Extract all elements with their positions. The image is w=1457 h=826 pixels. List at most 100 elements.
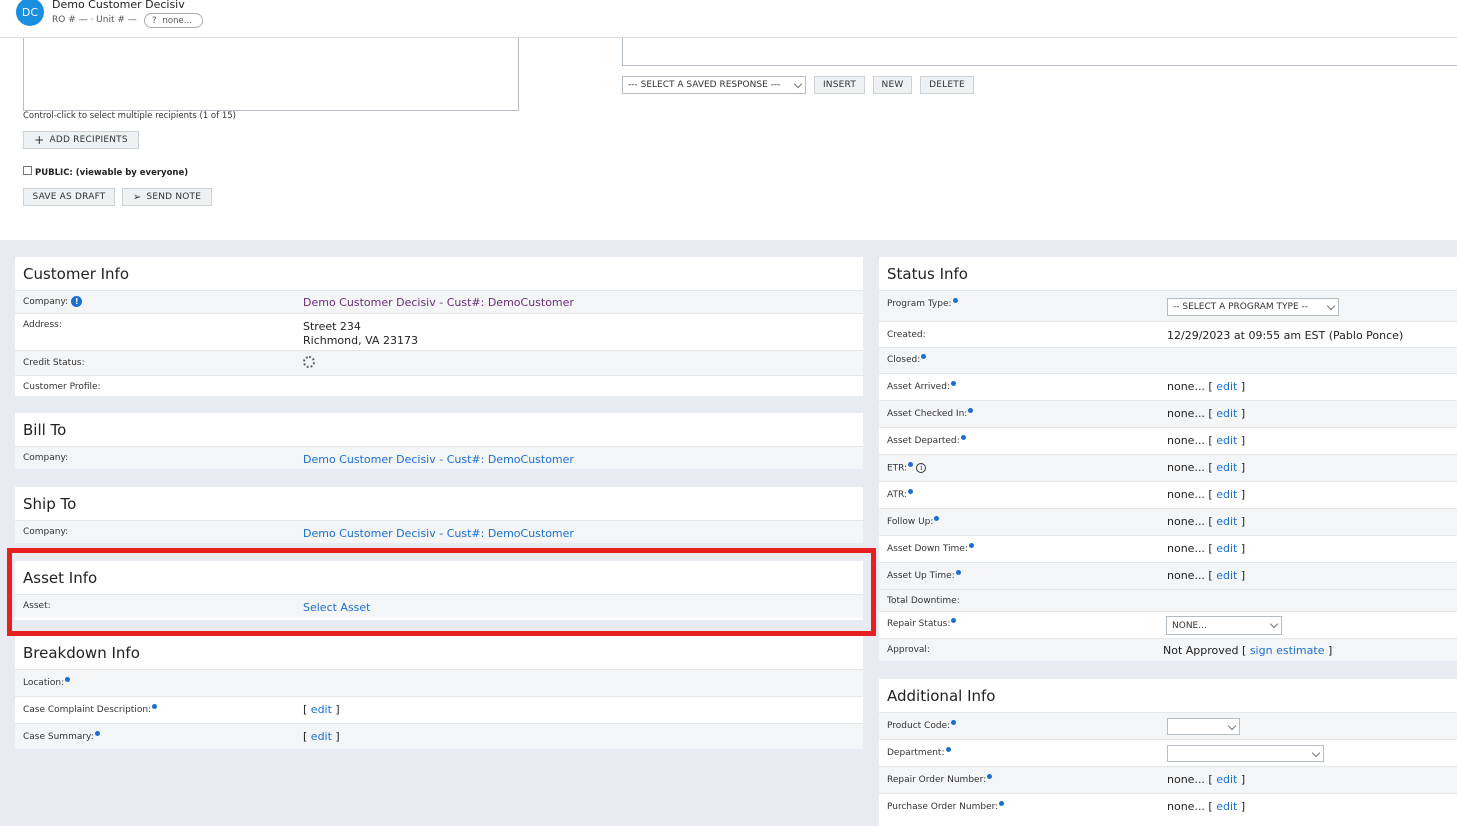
required-dot-icon bbox=[952, 298, 958, 303]
program-type-select[interactable]: -- SELECT A PROGRAM TYPE -- bbox=[1167, 298, 1339, 316]
recipients-list[interactable] bbox=[23, 38, 519, 111]
status-date-label: Asset Up Time: bbox=[887, 570, 961, 581]
summary-label: Case Summary: bbox=[23, 731, 100, 742]
status-date-label: Asset Departed: bbox=[887, 435, 966, 446]
status-date-value-text: none... bbox=[1167, 461, 1205, 474]
required-dot-icon bbox=[908, 462, 914, 467]
additional-info-title: Additional Info bbox=[887, 687, 996, 705]
status-date-value: none... [ edit ] bbox=[1167, 407, 1246, 420]
saved-response-select[interactable]: --- SELECT A SAVED RESPONSE --- bbox=[622, 76, 806, 94]
address-row: Address: Street 234 Richmond, VA 23173 bbox=[15, 313, 863, 350]
bill-to-company-label: Company: bbox=[23, 453, 69, 463]
status-date-value-text: none... bbox=[1167, 488, 1205, 501]
repair-status-value: NONE... bbox=[1172, 620, 1207, 631]
status-date-value-text: none... bbox=[1167, 407, 1205, 420]
required-dot-icon bbox=[955, 570, 961, 575]
complaint-label: Case Complaint Description: bbox=[23, 704, 158, 715]
status-date-label: ETR: i bbox=[887, 462, 927, 474]
product-code-label: Product Code: bbox=[887, 720, 957, 731]
company-label: Company:! bbox=[23, 296, 83, 307]
avatar[interactable]: DC bbox=[16, 0, 44, 26]
send-note-label: SEND NOTE bbox=[146, 192, 202, 202]
complaint-edit-link[interactable]: edit bbox=[311, 703, 332, 716]
department-label: Department: bbox=[887, 747, 951, 758]
status-date-edit-link[interactable]: edit bbox=[1216, 515, 1237, 528]
plus-icon: + bbox=[34, 133, 45, 147]
status-date-value-text: none... bbox=[1167, 569, 1205, 582]
status-date-edit-link[interactable]: edit bbox=[1216, 434, 1237, 447]
closed-label: Closed: bbox=[887, 354, 927, 365]
repair-order-label: Repair Order Number: bbox=[887, 774, 993, 785]
repair-status-select[interactable]: NONE... bbox=[1166, 616, 1282, 635]
alert-icon[interactable]: ! bbox=[71, 296, 83, 307]
purchase-order-edit-link[interactable]: edit bbox=[1216, 800, 1237, 813]
address-label: Address: bbox=[23, 320, 62, 330]
status-date-row: Follow Up: none... [ edit ] bbox=[879, 508, 1457, 535]
status-date-row: Asset Departed: none... [ edit ] bbox=[879, 427, 1457, 454]
required-dot-icon bbox=[999, 801, 1005, 806]
status-date-label: Asset Arrived: bbox=[887, 381, 956, 392]
send-note-button[interactable]: ➢ SEND NOTE bbox=[122, 188, 212, 206]
insert-button[interactable]: INSERT bbox=[814, 76, 865, 94]
ship-to-company-link[interactable]: Demo Customer Decisiv - Cust#: DemoCusto… bbox=[303, 527, 574, 540]
new-button[interactable]: NEW bbox=[873, 76, 912, 94]
repair-status-row: Repair Status: NONE... bbox=[879, 611, 1457, 638]
required-dot-icon bbox=[968, 543, 974, 548]
customer-title: Demo Customer Decisiv bbox=[52, 0, 185, 11]
required-dot-icon bbox=[968, 408, 974, 413]
required-dot-icon bbox=[950, 381, 956, 386]
total-downtime-row: Total Downtime: bbox=[879, 589, 1457, 611]
status-chip[interactable]: ? none... bbox=[144, 13, 203, 28]
product-code-select[interactable] bbox=[1167, 718, 1240, 735]
purchase-order-row: Purchase Order Number: none... [ edit ] bbox=[879, 793, 1457, 826]
status-date-value: none... [ edit ] bbox=[1167, 434, 1246, 447]
approval-label: Approval: bbox=[887, 645, 930, 655]
created-row: Created: 12/29/2023 at 09:55 am EST (Pab… bbox=[879, 321, 1457, 347]
status-date-value: none... [ edit ] bbox=[1167, 461, 1246, 474]
breakdown-info-panel: Breakdown Info Location: Case Complaint … bbox=[15, 636, 863, 749]
status-date-label-text: Asset Down Time: bbox=[887, 544, 968, 554]
status-date-edit-link[interactable]: edit bbox=[1216, 488, 1237, 501]
info-icon[interactable]: i bbox=[916, 463, 927, 473]
chevron-down-icon bbox=[1311, 748, 1321, 758]
summary-edit: [ edit ] bbox=[303, 730, 340, 743]
public-checkbox-row[interactable]: PUBLIC: (viewable by everyone) bbox=[23, 165, 188, 178]
created-value: 12/29/2023 at 09:55 am EST (Pablo Ponce) bbox=[1167, 329, 1404, 342]
status-date-edit-link[interactable]: edit bbox=[1216, 461, 1237, 474]
summary-edit-link[interactable]: edit bbox=[311, 730, 332, 743]
required-dot-icon bbox=[987, 774, 993, 779]
top-header: DC Demo Customer Decisiv RO # — · Unit #… bbox=[0, 0, 1457, 38]
department-select[interactable] bbox=[1167, 745, 1324, 762]
add-recipients-button[interactable]: + ADD RECIPIENTS bbox=[23, 131, 139, 149]
status-date-edit-link[interactable]: edit bbox=[1216, 569, 1237, 582]
asset-info-highlight bbox=[7, 548, 876, 636]
program-type-value: -- SELECT A PROGRAM TYPE -- bbox=[1173, 302, 1308, 312]
repair-status-label: Repair Status: bbox=[887, 618, 957, 629]
company-link[interactable]: Demo Customer Decisiv - Cust#: DemoCusto… bbox=[303, 296, 574, 309]
status-date-value: none... [ edit ] bbox=[1167, 569, 1246, 582]
bill-to-company-row: Company: Demo Customer Decisiv - Cust#: … bbox=[15, 446, 863, 469]
sign-estimate-link[interactable]: sign estimate bbox=[1250, 644, 1325, 657]
public-checkbox[interactable] bbox=[23, 165, 32, 175]
loading-spinner-icon bbox=[303, 356, 315, 368]
status-date-label: Follow Up: bbox=[887, 516, 940, 527]
save-draft-button[interactable]: SAVE AS DRAFT bbox=[23, 188, 115, 206]
status-date-edit-link[interactable]: edit bbox=[1216, 380, 1237, 393]
status-date-label-text: Asset Up Time: bbox=[887, 571, 955, 581]
address-line2: Richmond, VA 23173 bbox=[303, 334, 418, 347]
bill-to-company-link[interactable]: Demo Customer Decisiv - Cust#: DemoCusto… bbox=[303, 453, 574, 466]
repair-order-edit-link[interactable]: edit bbox=[1216, 773, 1237, 786]
note-message-field[interactable] bbox=[622, 38, 1457, 66]
complaint-row: Case Complaint Description: [ edit ] bbox=[15, 696, 863, 723]
status-date-edit-link[interactable]: edit bbox=[1216, 542, 1237, 555]
repair-order-value: none... [ edit ] bbox=[1167, 773, 1246, 786]
delete-button[interactable]: DELETE bbox=[920, 76, 974, 94]
created-label: Created: bbox=[887, 330, 926, 340]
required-dot-icon bbox=[921, 354, 927, 359]
bill-to-panel: Bill To Company: Demo Customer Decisiv -… bbox=[15, 413, 863, 469]
customer-profile-row: Customer Profile: bbox=[15, 375, 863, 396]
recipients-hint: Control-click to select multiple recipie… bbox=[23, 111, 236, 121]
status-date-label: ATR: bbox=[887, 489, 913, 500]
status-date-edit-link[interactable]: edit bbox=[1216, 407, 1237, 420]
status-date-value-text: none... bbox=[1167, 515, 1205, 528]
